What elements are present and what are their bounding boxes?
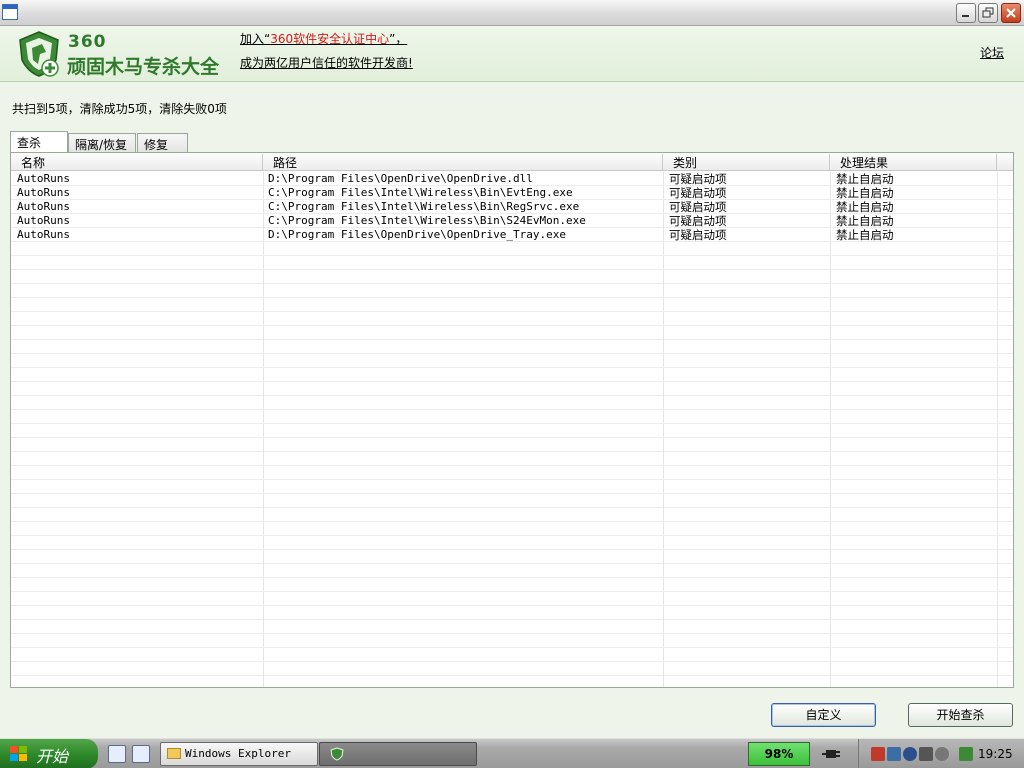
power-plug-icon[interactable]: [822, 746, 842, 762]
start-button[interactable]: 开始: [0, 739, 98, 768]
tray-360-icon[interactable]: [959, 747, 973, 761]
app-window-icon: [2, 4, 18, 20]
promo-suffix: ”，: [389, 32, 408, 46]
results-table: 名称 路径 类别 处理结果 AutoRuns D:\Program Files\…: [10, 152, 1014, 688]
app-header: 360 顽固木马专杀大全 加入“360软件安全认证中心”， 成为两亿用户信任的软…: [0, 26, 1024, 82]
restore-icon: [982, 7, 994, 18]
cell-path: C:\Program Files\Intel\Wireless\Bin\RegS…: [268, 200, 580, 213]
column-header-path[interactable]: 路径: [263, 154, 663, 170]
taskbar-item-360[interactable]: [319, 742, 477, 766]
tray-network-icon[interactable]: [887, 747, 901, 761]
logo-title: 顽固木马专杀大全: [67, 56, 220, 78]
cell-category: 可疑启动项: [669, 228, 727, 242]
cell-path: D:\Program Files\OpenDrive\OpenDrive_Tra…: [268, 228, 567, 241]
cell-result: 禁止自启动: [836, 200, 894, 214]
column-header-result[interactable]: 处理结果: [830, 154, 997, 170]
cell-path: C:\Program Files\Intel\Wireless\Bin\EvtE…: [268, 186, 573, 199]
table-row[interactable]: AutoRuns C:\Program Files\Intel\Wireless…: [11, 200, 1013, 214]
tray-globe-icon[interactable]: [903, 747, 917, 761]
cell-name: AutoRuns: [17, 228, 70, 241]
table-row[interactable]: AutoRuns C:\Program Files\Intel\Wireless…: [11, 214, 1013, 228]
forum-link[interactable]: 论坛: [980, 44, 1004, 61]
cell-category: 可疑启动项: [669, 172, 727, 186]
promo-line-1[interactable]: 加入“360软件安全认证中心”，: [240, 30, 407, 47]
clock[interactable]: 19:25: [978, 747, 1013, 761]
cell-result: 禁止自启动: [836, 186, 894, 200]
cell-name: AutoRuns: [17, 186, 70, 199]
customize-button[interactable]: 自定义: [771, 703, 876, 727]
tab-quarantine[interactable]: 隔离/恢复: [68, 133, 136, 152]
cell-category: 可疑启动项: [669, 200, 727, 214]
promo-line-2[interactable]: 成为两亿用户信任的软件开发商!: [240, 54, 413, 71]
quicklaunch-ie-icon[interactable]: [108, 745, 126, 763]
restore-button[interactable]: [978, 3, 998, 23]
scan-summary: 共扫到5项，清除成功5项，清除失败0项: [12, 102, 227, 116]
table-header: 名称 路径 类别 处理结果: [11, 153, 1013, 171]
cell-name: AutoRuns: [17, 214, 70, 227]
tab-repair[interactable]: 修复: [137, 133, 188, 152]
tab-scan[interactable]: 查杀: [10, 131, 68, 153]
taskbar-item-explorer[interactable]: Windows Explorer: [160, 742, 318, 766]
tray-volume-icon[interactable]: [919, 747, 933, 761]
table-row[interactable]: AutoRuns C:\Program Files\Intel\Wireless…: [11, 186, 1013, 200]
close-button[interactable]: [1001, 3, 1021, 23]
column-header-category[interactable]: 类别: [663, 154, 830, 170]
close-icon: [1006, 8, 1016, 18]
tray-update-icon[interactable]: [935, 747, 949, 761]
minimize-button[interactable]: [956, 3, 976, 23]
logo-number: 360: [68, 32, 107, 52]
cell-result: 禁止自启动: [836, 172, 894, 186]
cell-result: 禁止自启动: [836, 214, 894, 228]
promo-prefix: 加入“: [240, 32, 271, 46]
battery-indicator[interactable]: 98%: [748, 742, 810, 766]
start-scan-button[interactable]: 开始查杀: [908, 703, 1013, 727]
taskbar: 开始 Windows Explorer 98% 19:25: [0, 738, 1024, 768]
shield-logo-icon: [19, 31, 59, 77]
empty-row-grid: [11, 242, 1013, 687]
cell-name: AutoRuns: [17, 200, 70, 213]
windows-flag-icon: [10, 746, 27, 761]
tab-bar: 查杀 隔离/恢复 修复: [10, 131, 1014, 153]
cell-category: 可疑启动项: [669, 186, 727, 200]
certification-link[interactable]: 360软件安全认证中心: [270, 32, 389, 46]
table-row[interactable]: AutoRuns D:\Program Files\OpenDrive\Open…: [11, 228, 1013, 242]
start-label: 开始: [36, 747, 69, 766]
taskbar-item-label: Windows Explorer: [185, 747, 291, 760]
cell-path: C:\Program Files\Intel\Wireless\Bin\S24E…: [268, 214, 586, 227]
tray-security-icon[interactable]: [871, 747, 885, 761]
quicklaunch-app-icon[interactable]: [132, 745, 150, 763]
cell-result: 禁止自启动: [836, 228, 894, 242]
table-row[interactable]: AutoRuns D:\Program Files\OpenDrive\Open…: [11, 172, 1013, 186]
table-body: AutoRuns D:\Program Files\OpenDrive\Open…: [11, 172, 1013, 242]
title-bar: [0, 0, 1024, 26]
column-header-name[interactable]: 名称: [11, 154, 263, 170]
cell-name: AutoRuns: [17, 172, 70, 185]
shield-icon: [330, 747, 344, 761]
cell-path: D:\Program Files\OpenDrive\OpenDrive.dll: [268, 172, 533, 185]
cell-category: 可疑启动项: [669, 214, 727, 228]
minimize-icon: [962, 15, 969, 17]
folder-icon: [167, 748, 181, 759]
